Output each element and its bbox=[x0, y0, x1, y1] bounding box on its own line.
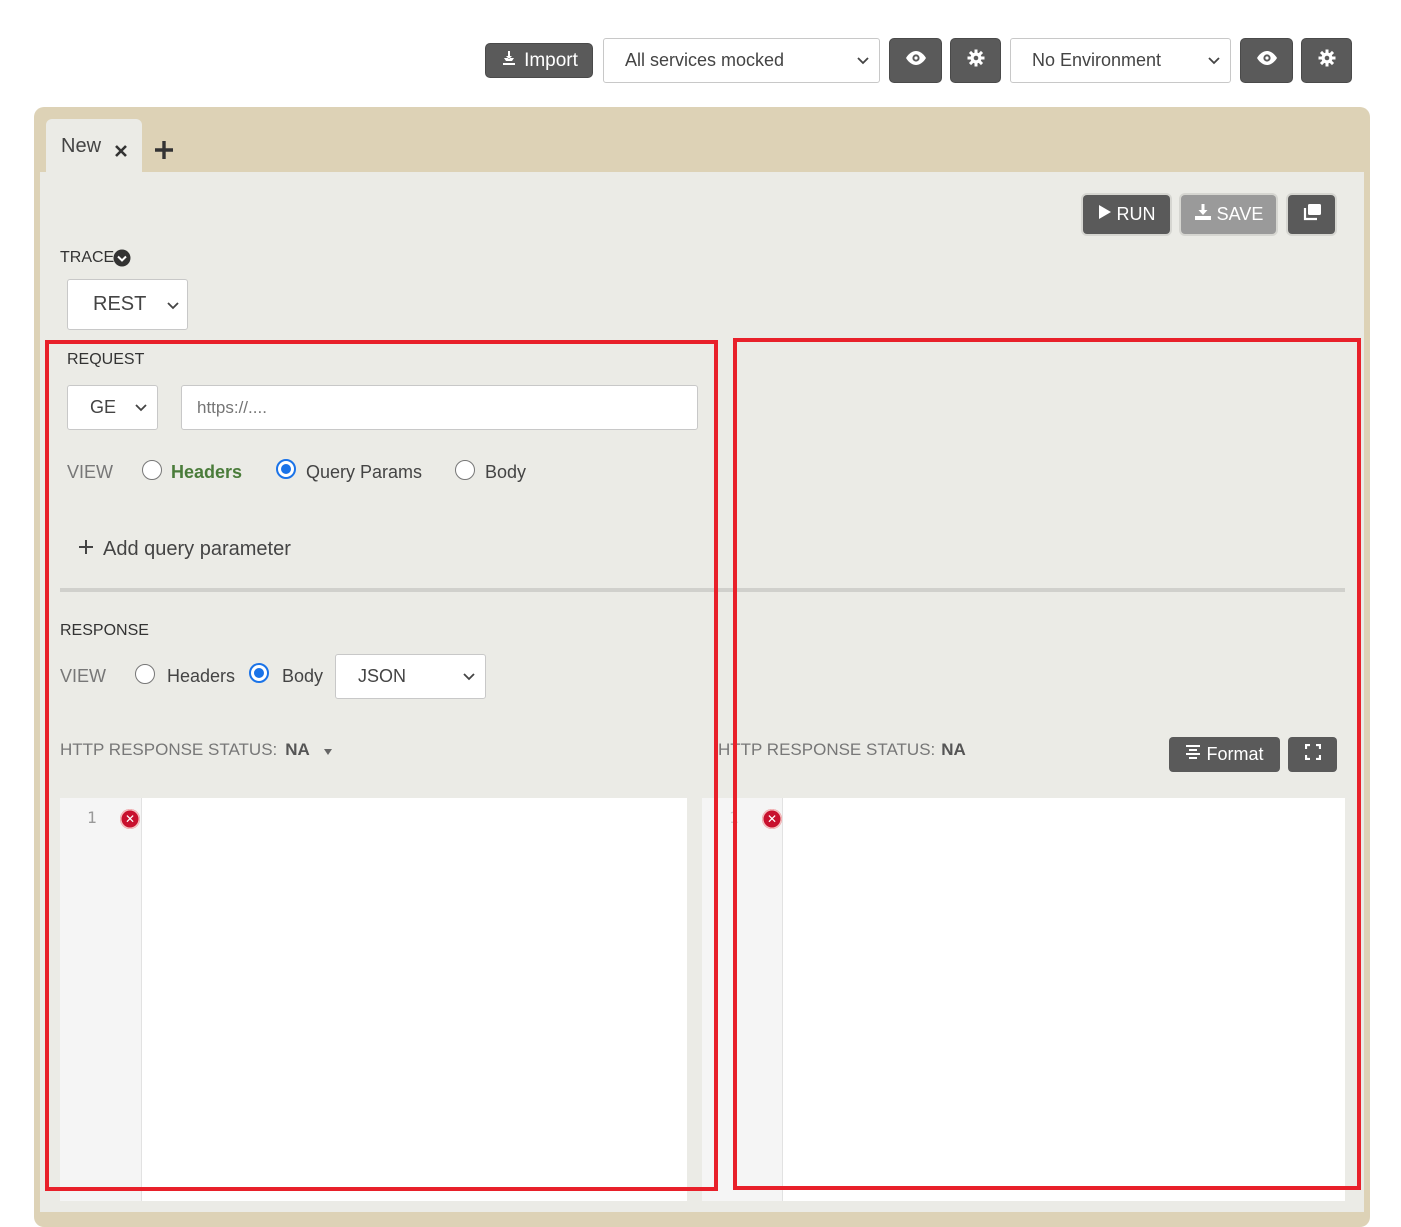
chevron-circle-down-icon[interactable] bbox=[113, 249, 131, 272]
save-button[interactable]: SAVE bbox=[1181, 195, 1276, 234]
environment-select-value: No Environment bbox=[1032, 50, 1162, 70]
close-icon[interactable] bbox=[114, 141, 128, 164]
copy-button[interactable] bbox=[1288, 195, 1335, 234]
eye-icon bbox=[905, 50, 927, 72]
import-icon bbox=[500, 49, 518, 73]
services-settings-button[interactable] bbox=[950, 38, 1001, 83]
chevron-down-icon bbox=[165, 297, 181, 313]
chevron-down-icon bbox=[855, 53, 871, 69]
highlight-box-left bbox=[45, 340, 718, 1191]
environment-settings-button[interactable] bbox=[1301, 38, 1352, 83]
run-button[interactable]: RUN bbox=[1083, 195, 1170, 234]
eye-icon bbox=[1256, 50, 1278, 72]
gear-icon bbox=[1317, 48, 1337, 74]
protocol-select-value: REST bbox=[93, 293, 147, 315]
import-button[interactable]: Import bbox=[485, 43, 593, 78]
tab-label: New bbox=[61, 135, 102, 157]
add-tab-icon[interactable] bbox=[154, 140, 174, 165]
import-label: Import bbox=[524, 49, 578, 71]
save-label: SAVE bbox=[1216, 204, 1264, 224]
chevron-down-icon bbox=[1206, 53, 1222, 69]
tab-new[interactable]: New bbox=[46, 119, 142, 175]
services-select-value: All services mocked bbox=[625, 50, 785, 70]
view-environment-button[interactable] bbox=[1240, 38, 1293, 83]
run-label: RUN bbox=[1116, 204, 1156, 224]
trace-label: TRACE bbox=[60, 249, 115, 266]
highlight-box-right bbox=[733, 338, 1361, 1190]
play-icon bbox=[1098, 204, 1112, 225]
copy-icon bbox=[1302, 203, 1322, 226]
services-select[interactable]: All services mocked bbox=[603, 38, 880, 83]
protocol-select[interactable]: REST bbox=[67, 279, 188, 330]
download-icon bbox=[1194, 203, 1212, 226]
view-services-button[interactable] bbox=[889, 38, 942, 83]
gear-icon bbox=[966, 48, 986, 74]
environment-select[interactable]: No Environment bbox=[1010, 38, 1231, 83]
